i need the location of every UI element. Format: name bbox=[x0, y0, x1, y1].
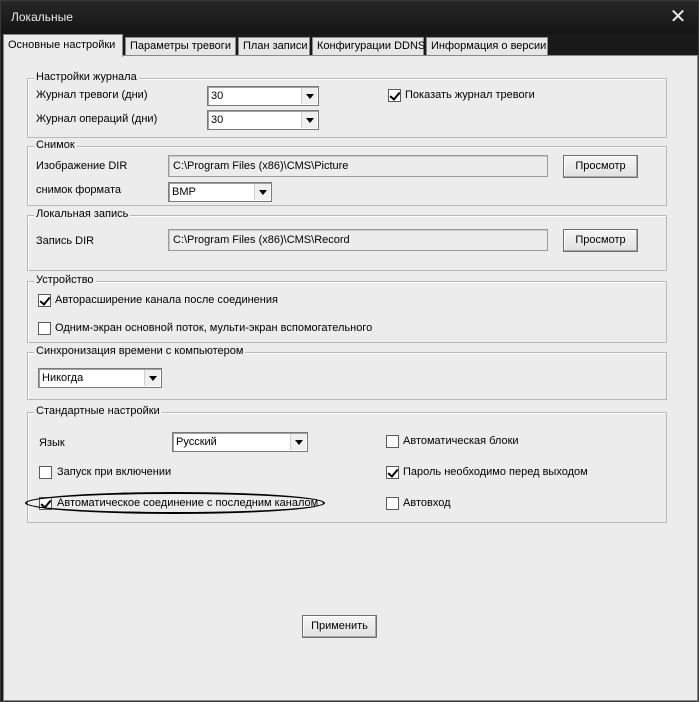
auto-expand-label: Авторасширение канала после соединения bbox=[55, 294, 278, 306]
local-record-group: Локальная запись Запись DIR C:\Program F… bbox=[27, 208, 667, 271]
snapshot-browse-button[interactable]: Просмотр bbox=[563, 155, 638, 178]
snapshot-format-label: снимок формата bbox=[36, 184, 122, 196]
time-sync-group: Синхронизация времени с компьютером Нико… bbox=[27, 345, 667, 400]
startup-label: Запуск при включении bbox=[57, 466, 172, 478]
operation-log-label: Журнал операций (дни) bbox=[36, 113, 158, 125]
single-screen-checkbox[interactable] bbox=[38, 322, 51, 335]
snapshot-format-select[interactable]: BMP bbox=[168, 182, 272, 202]
device-group: Устройство Авторасширение канала после с… bbox=[27, 274, 667, 343]
language-select[interactable]: Русский bbox=[172, 432, 308, 452]
device-legend: Устройство bbox=[34, 274, 96, 286]
close-icon[interactable]: ✕ bbox=[668, 7, 688, 27]
tab-basic-settings[interactable]: Основные настройки bbox=[3, 34, 123, 57]
auto-connect-checkbox[interactable] bbox=[39, 497, 52, 510]
record-dir-label: Запись DIR bbox=[36, 235, 95, 247]
snapshot-legend: Снимок bbox=[34, 139, 77, 151]
alarm-log-label: Журнал тревоги (дни) bbox=[36, 89, 148, 101]
log-settings-legend: Настройки журнала bbox=[34, 71, 139, 83]
alarm-log-days-select[interactable]: 30 bbox=[207, 86, 319, 106]
tab-content-panel: Настройки журнала Журнал тревоги (дни) 3… bbox=[3, 55, 698, 701]
snapshot-dir-value: C:\Program Files (x86)\CMS\Picture bbox=[173, 160, 349, 172]
tab-ddns-config[interactable]: Конфигурации DDNS bbox=[312, 37, 425, 56]
time-sync-select[interactable]: Никогда bbox=[38, 368, 162, 388]
window-title: Локальные bbox=[11, 10, 73, 24]
record-dir-value: C:\Program Files (x86)\CMS\Record bbox=[173, 234, 350, 246]
auto-login-label: Автовход bbox=[403, 497, 451, 509]
alarm-log-days-value: 30 bbox=[211, 90, 224, 102]
apply-button[interactable]: Применить bbox=[302, 615, 377, 638]
language-label: Язык bbox=[39, 437, 65, 449]
standard-settings-legend: Стандартные настройки bbox=[34, 405, 162, 417]
title-bar: Локальные ✕ bbox=[1, 1, 698, 34]
auto-expand-checkbox[interactable] bbox=[38, 294, 51, 307]
tab-record-plan[interactable]: План записи bbox=[238, 37, 310, 56]
settings-window: Локальные ✕ Основные настройки Параметры… bbox=[0, 0, 699, 702]
tab-version-info[interactable]: Информация о версии bbox=[426, 37, 548, 56]
startup-checkbox[interactable] bbox=[39, 466, 52, 479]
chevron-down-icon[interactable] bbox=[144, 370, 160, 386]
chevron-down-icon[interactable] bbox=[301, 88, 317, 104]
show-alarm-log-checkbox[interactable] bbox=[388, 89, 401, 102]
password-exit-checkbox[interactable] bbox=[386, 466, 399, 479]
local-record-legend: Локальная запись bbox=[34, 208, 131, 220]
tab-bar: Основные настройки Параметры тревоги Пла… bbox=[3, 34, 698, 57]
time-sync-value: Никогда bbox=[42, 372, 84, 384]
tab-alarm-params[interactable]: Параметры тревоги bbox=[125, 37, 236, 56]
snapshot-dir-label: Изображение DIR bbox=[36, 160, 128, 172]
password-exit-label: Пароль необходимо перед выходом bbox=[403, 466, 588, 478]
chevron-down-icon[interactable] bbox=[301, 112, 317, 128]
language-value: Русский bbox=[176, 436, 217, 448]
show-alarm-log-label: Показать журнал тревоги bbox=[405, 89, 535, 101]
operation-log-days-value: 30 bbox=[211, 114, 224, 126]
single-screen-label: Одним-экран основной поток, мульти-экран… bbox=[55, 322, 373, 334]
auto-lock-label: Автоматическая блоки bbox=[403, 435, 519, 447]
snapshot-group: Снимок Изображение DIR C:\Program Files … bbox=[27, 139, 667, 206]
auto-connect-label: Автоматическое соединение с последним ка… bbox=[57, 497, 319, 509]
snapshot-dir-field[interactable]: C:\Program Files (x86)\CMS\Picture bbox=[168, 155, 548, 177]
snapshot-format-value: BMP bbox=[172, 186, 196, 198]
standard-settings-group: Стандартные настройки Язык Русский Автом… bbox=[27, 405, 667, 523]
time-sync-legend: Синхронизация времени с компьютером bbox=[34, 345, 246, 357]
chevron-down-icon[interactable] bbox=[254, 184, 270, 200]
record-browse-button[interactable]: Просмотр bbox=[563, 229, 638, 252]
auto-login-checkbox[interactable] bbox=[386, 497, 399, 510]
chevron-down-icon[interactable] bbox=[290, 434, 306, 450]
record-dir-field[interactable]: C:\Program Files (x86)\CMS\Record bbox=[168, 229, 548, 251]
operation-log-days-select[interactable]: 30 bbox=[207, 110, 319, 130]
auto-lock-checkbox[interactable] bbox=[386, 435, 399, 448]
log-settings-group: Настройки журнала Журнал тревоги (дни) 3… bbox=[27, 71, 667, 138]
